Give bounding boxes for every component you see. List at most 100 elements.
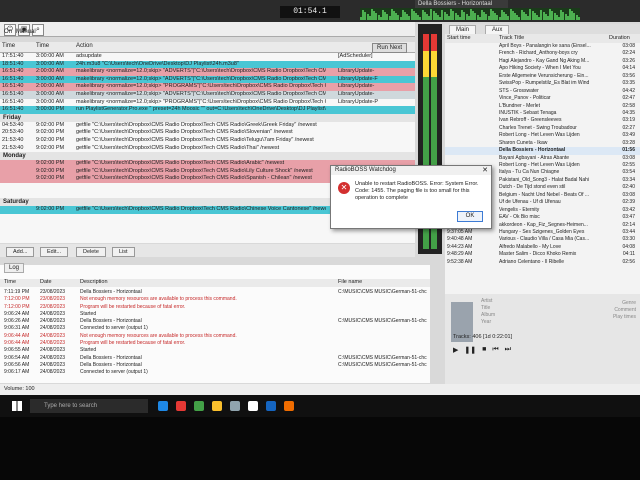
col-duration[interactable]: Time [36,43,49,49]
track-row[interactable]: Robert Long - Het Leven Was Lijden 03:49 [445,132,640,139]
edit-button[interactable]: Edit... [40,247,69,257]
delete-button[interactable]: Delete [76,247,106,257]
track-row[interactable]: INUSTIK - Sebast Tenaga 04:35 [445,110,640,117]
list-dropdown[interactable]: List [112,247,135,257]
scheduler-row[interactable]: 16:51:40 3:00:00 AM makelibrary <normalize… [0,90,415,99]
track-row[interactable]: 9:37:05 AM Hungary - Ses Szigenes_Golden … [445,229,640,236]
track-row[interactable]: Sharon Cuneta - Ikaw 03:28 [445,140,640,147]
ok-button[interactable]: OK [457,211,483,222]
prev-icon[interactable]: ⏮ [492,346,498,354]
log-date: 23/08/2023 [40,296,66,303]
log-row[interactable]: 7:12:00 PM 23/08/2023 Program will be rest… [0,304,430,311]
log-row[interactable]: 7:12:00 PM 23/08/2023 Not enough memory re… [0,296,430,303]
log-row[interactable]: 9:06:55 AM 24/08/2023 Started [0,347,430,354]
log-row[interactable]: 9:06:56 AM 24/08/2023 Della Bossiers - Hor… [0,362,430,369]
track-list[interactable]: April Boys - Panalangin ke sana (Einsel.… [445,43,640,266]
mode-manual[interactable]: Manual [16,29,36,37]
close-icon[interactable]: ✕ [482,166,488,174]
event-time: 16:51:40 [2,106,24,113]
run-next-button[interactable]: Run Next [371,43,407,53]
track-row[interactable]: STS - Grosswater 04:42 [445,88,640,95]
scheduler-row[interactable]: 16:51:40 2:00:00 AM makelibrary <normalize… [0,68,415,76]
play-icon[interactable]: ▶ [453,346,458,354]
track-row[interactable]: 9:48:29 AM Master Salim - Dicco Khoko Rem… [445,251,640,258]
track-row[interactable]: L'Bundner - Merlet 02:58 [445,103,640,110]
scheduler-row[interactable]: 20:53:40 9:02:00 PM getfile "C:\Users\tech… [0,129,415,137]
taskbar-app-icon[interactable] [158,401,168,411]
track-title: Vengelis - Eternity [499,206,540,213]
taskbar-app-icon[interactable] [194,401,204,411]
col-time[interactable]: Time [2,43,15,49]
log-description: Not enough memory resources are availabl… [80,296,237,303]
player-controls: ▶ ❚❚ ■ ⏮ ⏭ [453,346,511,354]
taskbar: Type here to search [0,395,640,417]
track-row[interactable]: Erste Allgemeine Verunsicherung - Ein...… [445,73,640,80]
track-row[interactable]: Vince_Panov - Politicar 02:47 [445,95,640,102]
pause-icon[interactable]: ❚❚ [464,346,476,354]
scheduler-row[interactable]: 16:51:40 2:00:00 AM makelibrary <normalize… [0,83,415,91]
log-time: 7:12:00 PM [4,296,30,303]
log-col-file[interactable]: File name [338,279,362,285]
event-duration: 3:00:00 AM [36,75,64,82]
taskbar-search[interactable]: Type here to search [30,399,148,413]
log-row[interactable]: 9:06:31 AM 24/08/2023 Connected to server … [0,325,430,332]
log-row[interactable]: 9:06:44 AM 24/08/2023 Not enough memory re… [0,333,430,340]
track-row[interactable]: Hagi Alejandro - Kay Gand Ng Aking M... 0… [445,58,640,65]
log-row[interactable]: 9:06:17 AM 24/08/2023 Connected to server … [0,369,430,376]
track-row[interactable]: Charles Trenet - Swing Troubadour 02:27 [445,125,640,132]
scheduler-row[interactable]: 16:51:40 3:00:00 AM makelibrary <normalize… [0,98,415,107]
scheduler-row[interactable]: 21:53:40 9:02:00 PM getfile "C:\Users\tech… [0,144,415,153]
taskbar-app-icon[interactable] [248,401,258,411]
track-row[interactable]: French - Richard_Anthony-boys cry 02:24 [445,50,640,57]
scheduler-row[interactable]: 16:51:40 3:00:00 AM makelibrary <normalize… [0,75,415,84]
scheduler-row[interactable]: 16:51:40 3:00:00 PM run PlaylistGenerator.… [0,106,415,114]
scheduler-row[interactable]: 17:51:40 3:00:00 AM adsupdate [AdScheduler] [0,53,415,61]
event-action: makelibrary <normalize=12.0;skip> "ADVER… [76,90,326,97]
next-icon[interactable]: ⏭ [505,346,511,354]
track-row[interactable]: 9:40:48 AM Various - Claudio Villa / Casa… [445,236,640,243]
taskbar-app-icon[interactable] [176,401,186,411]
event-action: getfile "C:\Users\tech\Dropbox\CMS Radio… [76,206,326,213]
track-row[interactable]: 9:52:38 AM Adriano Celentano - Il Ribelle… [445,259,640,266]
day-group-header[interactable]: Monday [0,152,415,161]
taskbar-app-icon[interactable] [230,401,240,411]
add-button[interactable]: Add... [6,247,35,257]
log-row[interactable]: 9:06:54 AM 24/08/2023 Della Bossiers - Hor… [0,355,430,362]
col-track-duration[interactable]: Duration [609,35,630,41]
col-action[interactable]: Action [76,43,93,49]
track-row[interactable]: Apo Hiking Society - When I Met You 04:14 [445,65,640,72]
day-group-header[interactable]: Friday [0,113,415,122]
stop-icon[interactable]: ■ [482,346,486,354]
taskbar-app-icon[interactable] [266,401,276,411]
track-row[interactable]: 9:44:23 AM Alfredo Malabello - My Love 04:… [445,244,640,251]
taskbar-app-icon[interactable] [284,401,294,411]
log-row[interactable]: 9:06:24 AM 24/08/2023 Started [0,311,430,318]
log-col-description[interactable]: Description [80,279,108,285]
track-row[interactable]: Bayani Agbayani - Atras Abante 03:08 [445,155,640,162]
track-row[interactable]: Della Bossiers - Horizontaal 01:56 [445,147,640,155]
scheduler-row[interactable]: 18:51:40 3:00:00 AM 24h.m3u8 "C:\Users\tec… [0,60,415,69]
log-row[interactable]: 9:06:26 AM 24/08/2023 Della Bossiers - Hor… [0,318,430,325]
log-tab[interactable]: Log [4,263,25,273]
mode-on[interactable]: On [4,29,12,37]
track-row[interactable]: April Boys - Panalangin ke sana (Einsel.… [445,43,640,50]
col-track-title[interactable]: Track Title [499,35,524,41]
scheduler-row[interactable]: 04:53:40 9:02:00 PM getfile "C:\Users\tech… [0,121,415,130]
log-panel: Log Time Date Description File name 7:11… [0,263,430,383]
scheduler-row[interactable]: 21:53:40 9:02:00 PM getfile "C:\Users\tech… [0,136,415,145]
log-row[interactable]: 9:06:44 AM 24/08/2023 Program will be rest… [0,340,430,347]
log-col-time[interactable]: Time [4,279,16,285]
log-list[interactable]: 7:11:19 PM 23/08/2023 Della Bossiers - Hor… [0,289,430,377]
col-start-time[interactable]: Start time [447,35,471,41]
log-row[interactable]: 7:11:19 PM 23/08/2023 Della Bossiers - Hor… [0,289,430,296]
log-description: Della Bossiers - Horizontaal [80,289,142,295]
event-action: adsupdate [76,53,102,59]
taskbar-app-icon[interactable] [212,401,222,411]
waveform[interactable] [360,8,580,20]
log-col-date[interactable]: Date [40,279,52,285]
event-extra: LibraryUpdate-F [338,75,378,82]
track-row[interactable]: Ivan Rebroff - Greensleeves 03:19 [445,117,640,124]
track-row[interactable]: SwissPop - Rumpelstilz_Es Blat im Wind 03… [445,80,640,87]
title-label: Title [481,305,491,311]
windows-icon[interactable] [12,401,22,411]
